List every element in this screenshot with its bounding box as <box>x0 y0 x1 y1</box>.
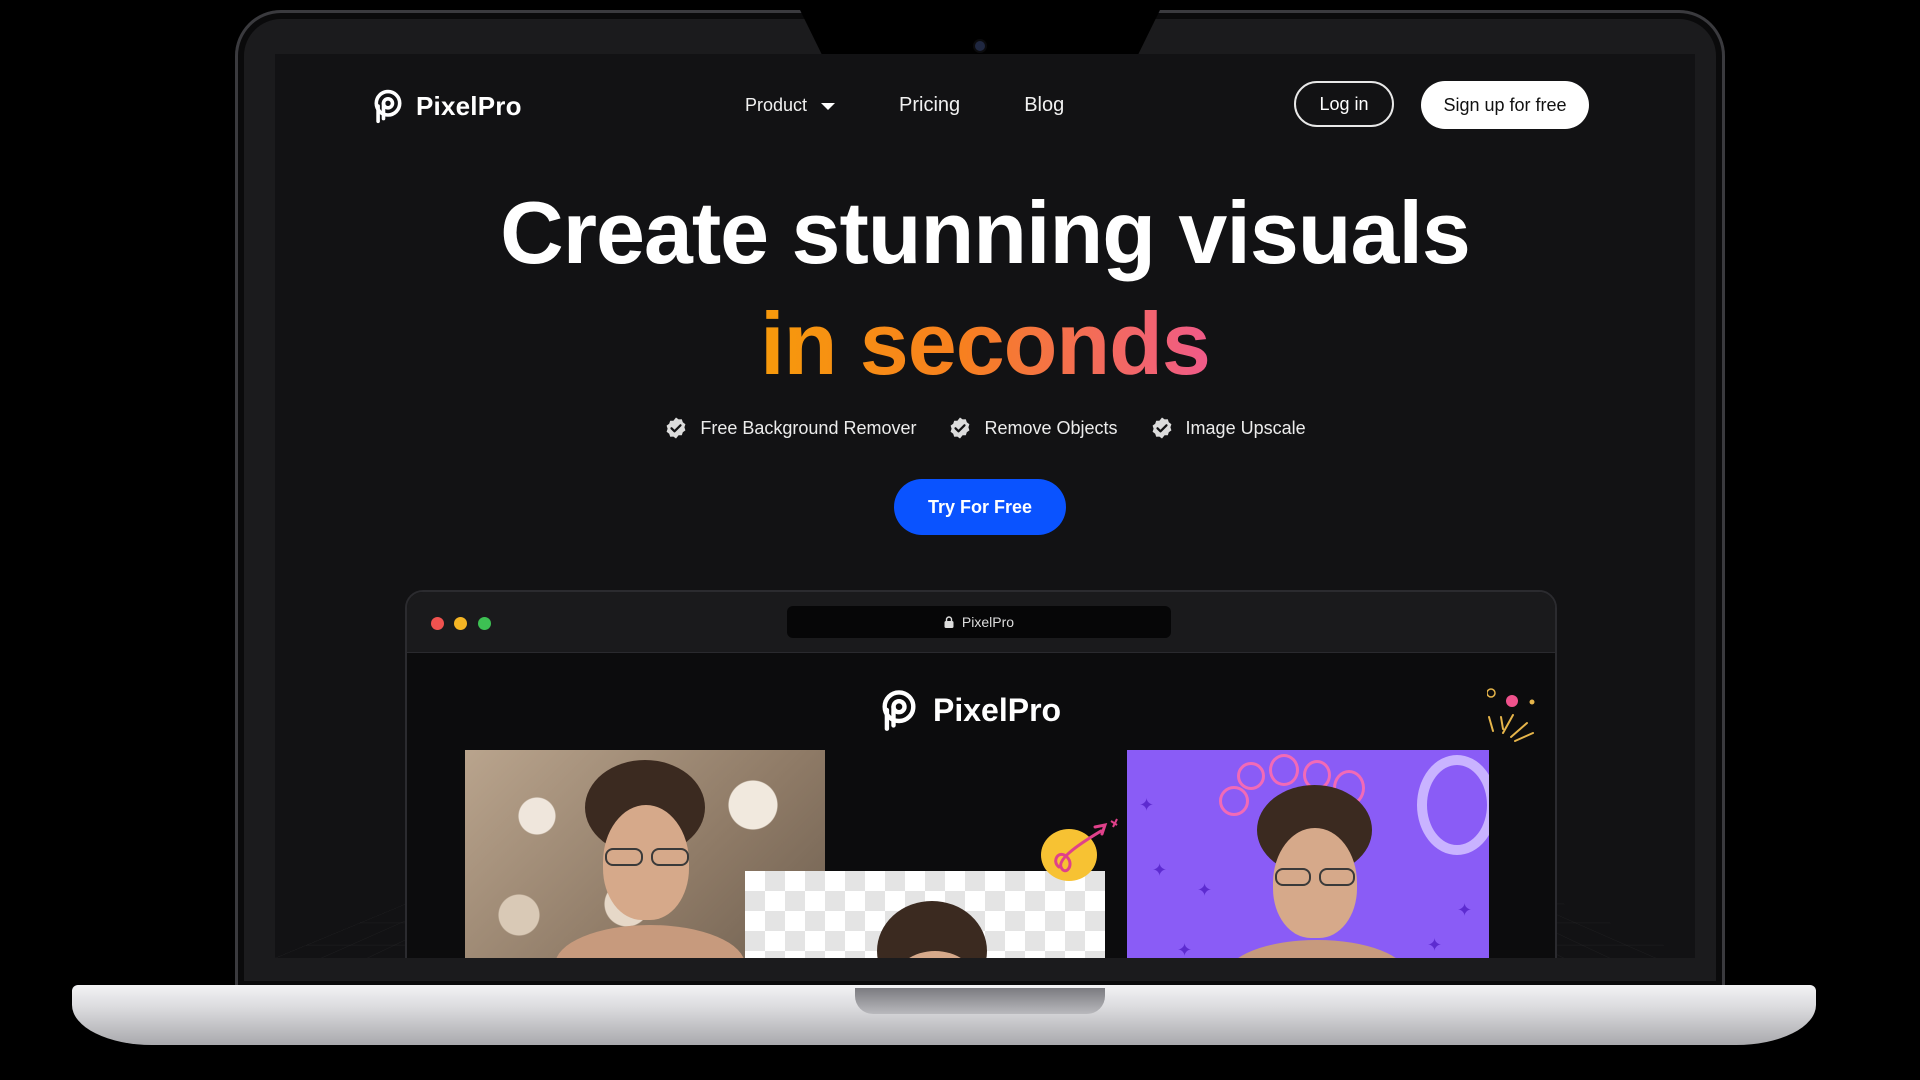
confetti-decoration <box>1487 688 1535 742</box>
portrait-glasses <box>1319 868 1355 886</box>
hero-title-gradient-text: in seconds <box>760 294 1211 393</box>
brand-name: PixelPro <box>416 90 522 121</box>
feature-label: Image Upscale <box>1185 417 1306 438</box>
pink-circle-pattern <box>1269 754 1299 786</box>
nav-links: Product Pricing Blog <box>745 94 1064 117</box>
nav-pricing-label: Pricing <box>899 94 961 116</box>
browser-preview: PixelPro PixelPro ✦ ✦ ✦ ✦ ✦ ✦ <box>405 590 1557 958</box>
nav-product[interactable]: Product <box>745 95 836 116</box>
check-badge-icon <box>666 417 686 439</box>
nav-pricing[interactable]: Pricing <box>899 94 960 117</box>
login-button[interactable]: Log in <box>1294 81 1394 127</box>
portrait-shoulders <box>555 925 745 958</box>
portrait-shoulders <box>1227 940 1407 958</box>
portrait-glasses <box>1275 868 1311 886</box>
camera-icon <box>975 41 985 51</box>
window-maximize-dot <box>478 617 491 630</box>
feature-label: Free Background Remover <box>700 417 917 438</box>
feature-item: Remove Objects <box>948 416 1118 440</box>
pink-circle-pattern <box>1417 755 1489 855</box>
nav-blog-label: Blog <box>1024 94 1065 116</box>
browser-toolbar: PixelPro <box>407 592 1555 653</box>
pink-circle-pattern <box>1219 786 1249 816</box>
address-bar: PixelPro <box>787 606 1171 638</box>
feature-item: Free Background Remover <box>664 416 916 440</box>
feature-label: Remove Objects <box>984 417 1118 438</box>
portrait-glasses <box>605 848 643 866</box>
check-badge-icon <box>1152 417 1171 439</box>
window-minimize-dot <box>454 617 467 630</box>
nav-product-label: Product <box>745 95 808 115</box>
feature-list: Free Background Remover Remove Objects I… <box>275 416 1695 440</box>
feature-item: Image Upscale <box>1150 416 1306 440</box>
preview-brand-name: PixelPro <box>933 691 1062 728</box>
pixelpro-logo-icon <box>882 690 916 731</box>
top-nav: PixelPro Product Pricing Blog Log in Sig… <box>275 54 1695 158</box>
portrait-glasses <box>651 848 689 866</box>
pink-circle-pattern <box>1237 762 1265 790</box>
portrait-hair <box>877 901 987 958</box>
check-badge-icon <box>951 417 970 439</box>
sparkle-icon: ✦ <box>1197 880 1213 900</box>
sparkle-icon: ✦ <box>1152 860 1168 880</box>
try-for-free-button[interactable]: Try For Free <box>894 479 1066 535</box>
nav-blog[interactable]: Blog <box>1024 94 1064 117</box>
chevron-down-icon <box>821 103 836 110</box>
pixelpro-logo-icon <box>374 89 402 124</box>
sparkle-icon: ✦ <box>1177 940 1193 958</box>
hero-title-line1: Create stunning visuals <box>500 183 1471 282</box>
preview-brand-logo: PixelPro <box>877 688 1061 732</box>
laptop-screen: PixelPro Product Pricing Blog Log in Sig… <box>275 54 1695 958</box>
sparkle-icon: ✦ <box>1457 900 1473 920</box>
signup-button[interactable]: Sign up for free <box>1421 81 1589 129</box>
address-text: PixelPro <box>961 614 1015 630</box>
window-close-dot <box>431 617 444 630</box>
laptop-hinge <box>855 988 1105 1014</box>
brand-logo[interactable]: PixelPro <box>370 88 522 124</box>
lock-icon <box>944 616 954 628</box>
hero-title-line2: in seconds <box>275 300 1695 388</box>
sparkle-icon: ✦ <box>1139 795 1155 815</box>
arrow-sticker-decoration <box>1041 818 1118 881</box>
edited-photo: ✦ ✦ ✦ ✦ ✦ ✦ <box>1127 750 1489 958</box>
sparkle-icon: ✦ <box>1427 935 1443 955</box>
